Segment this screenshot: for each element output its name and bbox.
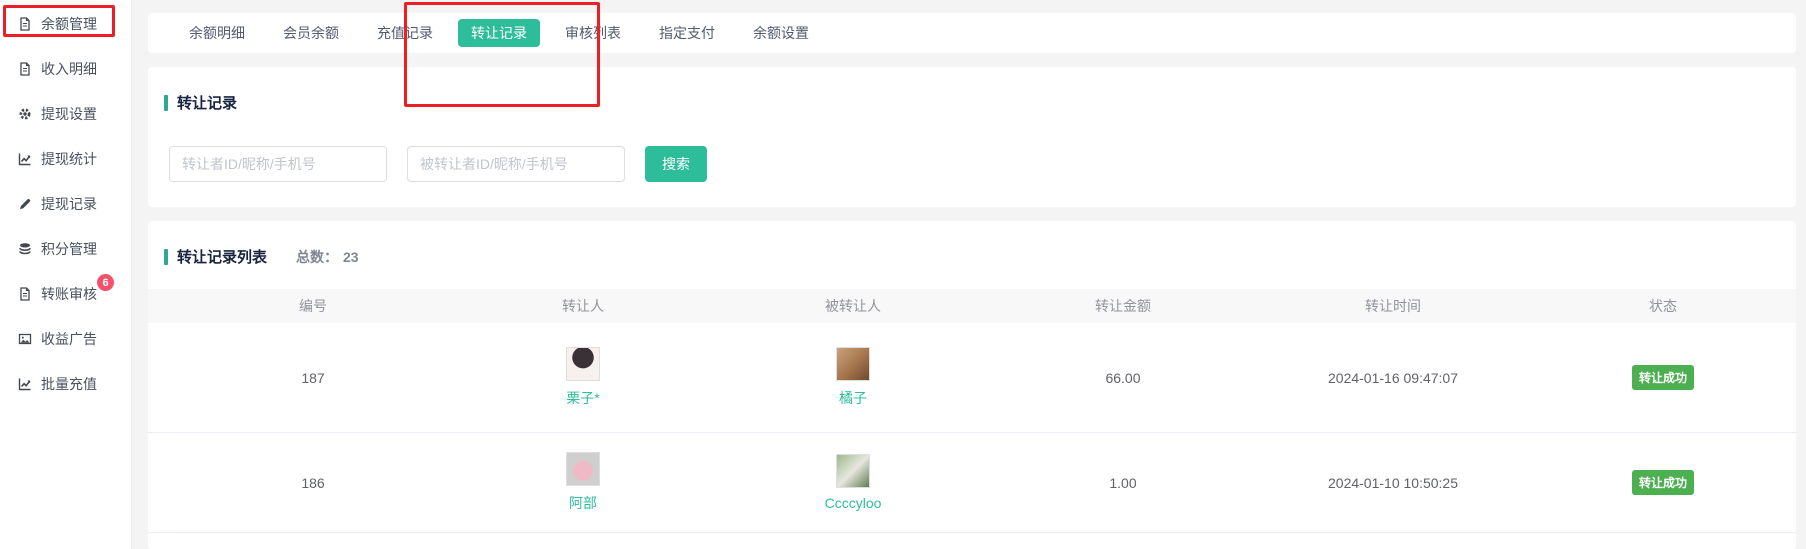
- sidebar-item-label: 余额管理: [41, 14, 97, 34]
- section-title-text: 转让记录: [177, 92, 237, 113]
- transferor-name-link[interactable]: 栗子*: [566, 388, 599, 408]
- line-chart-icon: [18, 377, 32, 391]
- tab-balance-detail[interactable]: 余额明细: [170, 13, 264, 53]
- tab-recharge-records[interactable]: 充值记录: [358, 13, 452, 53]
- column-header-status: 状态: [1528, 296, 1798, 316]
- sidebar-item-batch-recharge[interactable]: 批量充值: [0, 361, 131, 406]
- sidebar-item-withdraw-stats[interactable]: 提现统计: [0, 136, 131, 181]
- transferor-search-input[interactable]: [169, 146, 387, 182]
- transferor-avatar[interactable]: [566, 452, 600, 486]
- record-id: 187: [178, 370, 448, 386]
- tab-member-balance[interactable]: 会员余额: [264, 13, 358, 53]
- sidebar: 余额管理 收入明细 提现设置 提现统计 提现记录 积分管理 转账: [0, 0, 132, 549]
- record-id: 186: [178, 475, 448, 491]
- table-row: 187 栗子* 橘子 66.00 2024-01-16 09:47:07 转让成…: [148, 323, 1796, 433]
- transfer-time: 2024-01-10 10:50:25: [1258, 475, 1528, 491]
- status-badge: 转让成功: [1632, 365, 1694, 390]
- sidebar-item-label: 积分管理: [41, 239, 97, 259]
- line-chart-icon: [18, 152, 32, 166]
- section-title-text: 转让记录列表: [177, 246, 267, 267]
- pencil-icon: [18, 197, 32, 211]
- sidebar-item-label: 提现记录: [41, 194, 97, 214]
- search-section-title: 转让记录: [148, 92, 1796, 113]
- column-header-time: 转让时间: [1258, 296, 1528, 316]
- document-icon: [18, 17, 32, 31]
- image-icon: [18, 332, 32, 346]
- transferee-search-input[interactable]: [407, 146, 625, 182]
- column-header-id: 编号: [178, 296, 448, 316]
- transferee-name-link[interactable]: Ccccyloo: [825, 495, 882, 511]
- section-bar: [164, 95, 168, 111]
- transferor-cell: 栗子*: [448, 347, 718, 408]
- sidebar-item-points-management[interactable]: 积分管理: [0, 226, 131, 271]
- gear-icon: [18, 107, 32, 121]
- transferor-avatar[interactable]: [566, 347, 600, 381]
- coins-icon: [18, 242, 32, 256]
- document-icon: [18, 62, 32, 76]
- total-value: 23: [343, 249, 359, 265]
- document-icon: [18, 287, 32, 301]
- sidebar-item-withdraw-settings[interactable]: 提现设置: [0, 91, 131, 136]
- sidebar-item-label: 批量充值: [41, 374, 97, 394]
- transfer-record-list-section: 转让记录列表 总数： 23 编号 转让人 被转让人 转让金额 转让时间 状态 1…: [148, 221, 1796, 549]
- column-header-amount: 转让金额: [988, 296, 1258, 316]
- transferee-name-link[interactable]: 橘子: [839, 388, 867, 408]
- tab-designated-payment[interactable]: 指定支付: [640, 13, 734, 53]
- status-badge: 转让成功: [1632, 470, 1694, 495]
- column-header-transferor: 转让人: [448, 296, 718, 316]
- sidebar-item-label: 收益广告: [41, 329, 97, 349]
- list-section-title: 转让记录列表 总数： 23: [148, 246, 1796, 267]
- sidebar-item-balance-management[interactable]: 余额管理: [0, 1, 131, 46]
- sidebar-item-label: 提现统计: [41, 149, 97, 169]
- total-count: 总数： 23: [296, 247, 359, 267]
- transferee-cell: Ccccyloo: [718, 454, 988, 511]
- sidebar-item-withdraw-records[interactable]: 提现记录: [0, 181, 131, 226]
- search-button[interactable]: 搜索: [645, 146, 707, 182]
- search-section: 转让记录 搜索: [148, 67, 1796, 207]
- table-header-row: 编号 转让人 被转让人 转让金额 转让时间 状态: [148, 289, 1796, 323]
- total-label: 总数：: [296, 247, 338, 267]
- transferee-avatar[interactable]: [836, 347, 870, 381]
- tab-transfer-records[interactable]: 转让记录: [458, 19, 540, 47]
- sidebar-item-label: 转账审核: [41, 284, 97, 304]
- transfer-amount: 66.00: [988, 370, 1258, 386]
- table-row: 186 阿部 Ccccyloo 1.00 2024-01-10 10:50:25…: [148, 433, 1796, 533]
- sidebar-item-label: 收入明细: [41, 59, 97, 79]
- transfer-amount: 1.00: [988, 475, 1258, 491]
- column-header-transferee: 被转让人: [718, 296, 988, 316]
- transferor-cell: 阿部: [448, 452, 718, 513]
- transferor-name-link[interactable]: 阿部: [569, 493, 597, 513]
- sidebar-item-income-detail[interactable]: 收入明细: [0, 46, 131, 91]
- transfer-time: 2024-01-16 09:47:07: [1258, 370, 1528, 386]
- sidebar-item-revenue-ads[interactable]: 收益广告: [0, 316, 131, 361]
- transferee-cell: 橘子: [718, 347, 988, 408]
- tab-bar: 余额明细 会员余额 充值记录 转让记录 审核列表 指定支付 余额设置: [148, 13, 1796, 53]
- sidebar-item-label: 提现设置: [41, 104, 97, 124]
- sidebar-item-transfer-review[interactable]: 转账审核 6: [0, 271, 131, 316]
- tab-balance-settings[interactable]: 余额设置: [734, 13, 828, 53]
- tab-review-list[interactable]: 审核列表: [546, 13, 640, 53]
- section-bar: [164, 249, 168, 265]
- transferee-avatar[interactable]: [836, 454, 870, 488]
- notification-badge: 6: [97, 274, 114, 291]
